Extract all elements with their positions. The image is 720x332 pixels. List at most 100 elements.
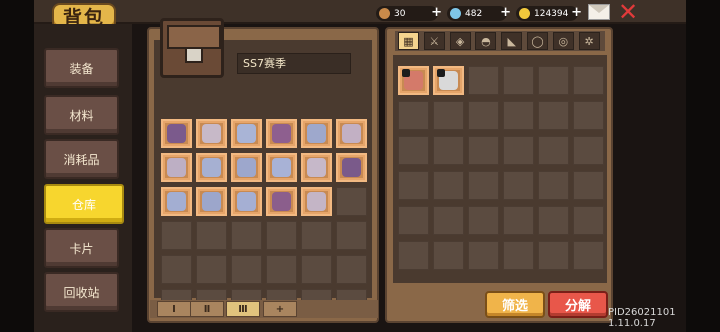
close-icon[interactable]: ✕ bbox=[617, 0, 639, 24]
boots-icon: ◣ bbox=[507, 34, 516, 48]
inventory-slot-empty[interactable] bbox=[468, 101, 499, 130]
storage-slot-filled[interactable] bbox=[266, 187, 297, 216]
storage-slot-filled[interactable] bbox=[161, 153, 192, 182]
storage-name[interactable]: SS7赛季 bbox=[237, 53, 351, 74]
inventory-slot-empty[interactable] bbox=[503, 66, 534, 95]
inventory-slot-empty[interactable] bbox=[538, 206, 569, 235]
storage-slot-empty[interactable] bbox=[266, 255, 297, 284]
inventory-slot-empty[interactable] bbox=[433, 171, 464, 200]
sidebar-item[interactable]: 消耗品 bbox=[44, 139, 119, 179]
inventory-slot-empty[interactable] bbox=[433, 101, 464, 130]
inventory-slot-empty[interactable] bbox=[468, 66, 499, 95]
inventory-slot-empty[interactable] bbox=[503, 171, 534, 200]
crystal-icon bbox=[307, 124, 326, 143]
sidebar-item[interactable]: 材料 bbox=[44, 95, 119, 135]
inventory-slot-empty[interactable] bbox=[538, 171, 569, 200]
storage-slot-empty[interactable] bbox=[161, 221, 192, 250]
inventory-slot-empty[interactable] bbox=[503, 136, 534, 165]
inventory-slot-empty[interactable] bbox=[538, 101, 569, 130]
storage-slot-empty[interactable] bbox=[231, 255, 262, 284]
inventory-slot-empty[interactable] bbox=[573, 101, 604, 130]
category-tab-gear[interactable]: ✲ bbox=[578, 32, 600, 50]
inventory-slot-empty[interactable] bbox=[398, 241, 429, 270]
inventory-slot-empty[interactable] bbox=[433, 206, 464, 235]
gem-currency: 482 + bbox=[447, 5, 511, 21]
storage-slot-empty[interactable] bbox=[196, 221, 227, 250]
storage-slot-filled[interactable] bbox=[196, 153, 227, 182]
inventory-slot-empty[interactable] bbox=[503, 241, 534, 270]
category-tab-boots[interactable]: ◣ bbox=[501, 32, 523, 50]
gem-value: 482 bbox=[465, 8, 483, 19]
storage-slot-filled[interactable] bbox=[301, 187, 332, 216]
coin-icon bbox=[519, 8, 530, 19]
inventory-slot-filled[interactable] bbox=[433, 66, 464, 95]
left-screen-edge bbox=[0, 0, 34, 332]
category-tab-ring[interactable]: ◯ bbox=[527, 32, 548, 50]
storage-slot-filled[interactable] bbox=[301, 153, 332, 182]
storage-slot-filled[interactable] bbox=[231, 187, 262, 216]
storage-slot-empty[interactable] bbox=[161, 255, 192, 284]
storage-slot-filled[interactable] bbox=[301, 119, 332, 148]
storage-slot-empty[interactable] bbox=[266, 221, 297, 250]
sidebar-item[interactable]: 回收站 bbox=[44, 272, 119, 312]
storage-slot-empty[interactable] bbox=[301, 221, 332, 250]
filter-button[interactable]: 筛选 bbox=[485, 291, 545, 318]
inventory-slot-empty[interactable] bbox=[468, 206, 499, 235]
storage-slot-filled[interactable] bbox=[161, 119, 192, 148]
storage-slot-empty[interactable] bbox=[336, 255, 367, 284]
storage-slot-empty[interactable] bbox=[196, 255, 227, 284]
storage-slot-filled[interactable] bbox=[196, 187, 227, 216]
storage-tab[interactable]: Ⅲ bbox=[226, 301, 260, 317]
sidebar-item[interactable]: 装备 bbox=[44, 48, 119, 88]
inventory-slot-empty[interactable] bbox=[398, 101, 429, 130]
sidebar-item[interactable]: 仓库 bbox=[44, 184, 124, 224]
inventory-slot-empty[interactable] bbox=[433, 136, 464, 165]
storage-slot-empty[interactable] bbox=[336, 187, 367, 216]
storage-slot-filled[interactable] bbox=[336, 119, 367, 148]
storage-slot-filled[interactable] bbox=[231, 153, 262, 182]
inventory-slot-filled[interactable] bbox=[398, 66, 429, 95]
storage-tab[interactable]: + bbox=[263, 301, 297, 317]
inventory-slot-empty[interactable] bbox=[468, 136, 499, 165]
inventory-slot-empty[interactable] bbox=[468, 241, 499, 270]
storage-slot-filled[interactable] bbox=[231, 119, 262, 148]
storage-slot-filled[interactable] bbox=[266, 119, 297, 148]
mail-icon[interactable] bbox=[588, 4, 610, 20]
inventory-slot-empty[interactable] bbox=[573, 171, 604, 200]
storage-slot-filled[interactable] bbox=[196, 119, 227, 148]
storage-slot-filled[interactable] bbox=[266, 153, 297, 182]
inventory-slot-empty[interactable] bbox=[468, 171, 499, 200]
inventory-slot-empty[interactable] bbox=[573, 66, 604, 95]
decompose-button[interactable]: 分解 bbox=[548, 291, 608, 318]
crystal-icon bbox=[202, 192, 221, 211]
inventory-slot-empty[interactable] bbox=[398, 206, 429, 235]
inventory-slot-empty[interactable] bbox=[398, 136, 429, 165]
category-tab-grid[interactable]: ▦ bbox=[398, 32, 419, 50]
storage-tab[interactable]: Ⅱ bbox=[190, 301, 224, 317]
category-tab-armor[interactable]: ◈ bbox=[449, 32, 471, 50]
inventory-slot-empty[interactable] bbox=[538, 241, 569, 270]
inventory-slot-empty[interactable] bbox=[433, 241, 464, 270]
inventory-slot-empty[interactable] bbox=[538, 66, 569, 95]
inventory-slot-empty[interactable] bbox=[503, 206, 534, 235]
inventory-slot-empty[interactable] bbox=[398, 171, 429, 200]
inventory-slot-empty[interactable] bbox=[573, 136, 604, 165]
storage-slot-filled[interactable] bbox=[161, 187, 192, 216]
category-tab-necklace[interactable]: ◎ bbox=[552, 32, 574, 50]
storage-slot-empty[interactable] bbox=[336, 221, 367, 250]
storage-slot-empty[interactable] bbox=[231, 221, 262, 250]
category-tab-sword[interactable]: ⚔ bbox=[423, 32, 445, 50]
necklace-icon: ◎ bbox=[558, 34, 569, 48]
add-gem-button[interactable]: + bbox=[500, 5, 511, 20]
storage-tab[interactable]: Ⅰ bbox=[157, 301, 191, 317]
storage-slot-filled[interactable] bbox=[336, 153, 367, 182]
add-coin-button[interactable]: + bbox=[571, 5, 582, 20]
add-fish-button[interactable]: + bbox=[431, 5, 442, 20]
sidebar-item[interactable]: 卡片 bbox=[44, 228, 119, 268]
storage-slot-empty[interactable] bbox=[301, 255, 332, 284]
inventory-slot-empty[interactable] bbox=[538, 136, 569, 165]
category-tab-helmet[interactable]: ◓ bbox=[475, 32, 497, 50]
inventory-slot-empty[interactable] bbox=[503, 101, 534, 130]
inventory-slot-empty[interactable] bbox=[573, 206, 604, 235]
inventory-slot-empty[interactable] bbox=[573, 241, 604, 270]
